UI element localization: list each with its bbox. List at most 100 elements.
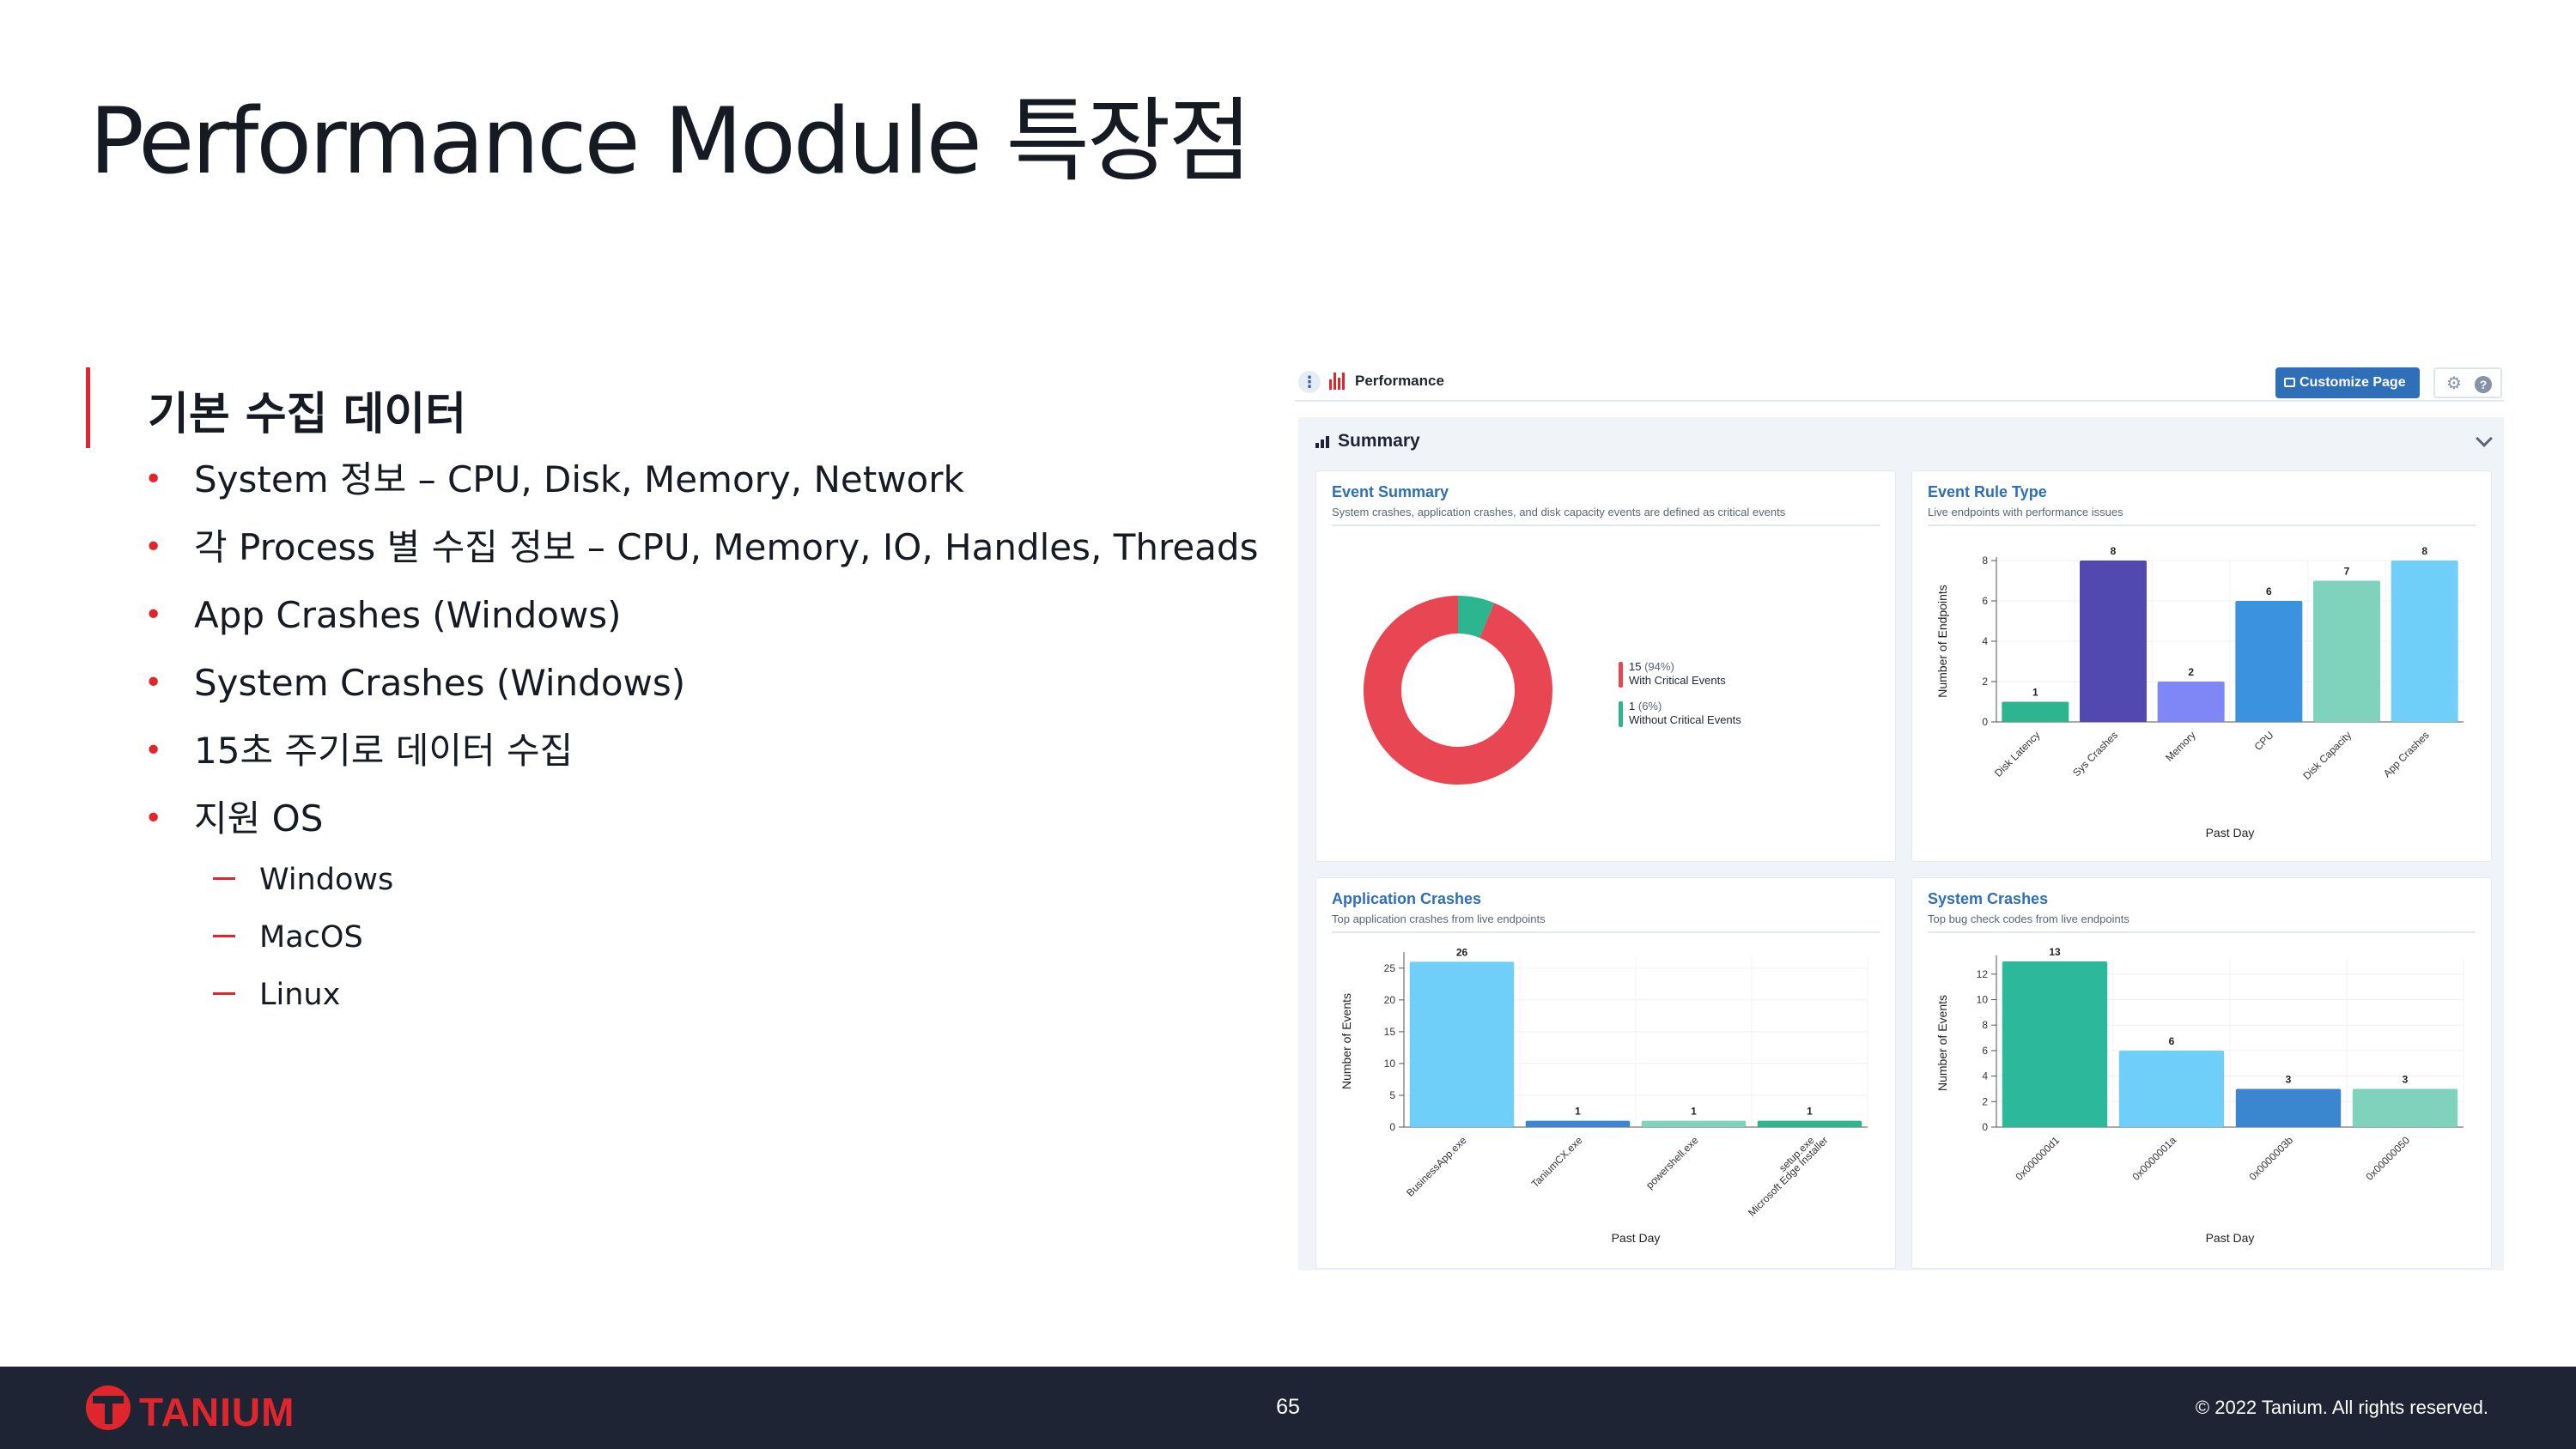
y-tick-label: 12	[1977, 968, 1989, 980]
section-accent-bar	[86, 367, 90, 448]
sub-bullet-text: MacOS	[259, 920, 363, 955]
bar[interactable]	[2235, 601, 2303, 722]
legend-item-critical[interactable]: 15 (94%) With Critical Events	[1619, 660, 1741, 700]
event-rule-type-chart: 0 2 4 6 8 1 Disk Latency 8 Sys Crashes 2 Memory 6 CP…	[1935, 545, 2464, 840]
legend-swatch	[1619, 662, 1623, 688]
y-tick-label: 2	[1982, 676, 1988, 688]
y-tick-label: 0	[1982, 1121, 1988, 1133]
kebab-icon[interactable]: ⋮	[1298, 371, 1321, 393]
bullet-marker: •	[144, 733, 163, 768]
system-crashes-card: System Crashes Top bug check codes from …	[1911, 877, 2492, 1269]
bar[interactable]	[1757, 1120, 1862, 1127]
bullet-item: • 지원 OS	[144, 797, 1261, 865]
bar[interactable]	[2118, 1050, 2225, 1127]
summary-section: Summary Event Summary System crashes, ap…	[1298, 417, 2504, 1270]
bullet-text: App Crashes (Windows)	[194, 594, 622, 636]
event-rule-type-card: Event Rule Type Live endpoints with perf…	[1911, 470, 2492, 862]
sub-bullet-item: Linux	[213, 976, 393, 1034]
bullet-marker: •	[144, 462, 163, 497]
sub-bullet-text: Linux	[259, 978, 341, 1012]
legend-label: With Critical Events	[1629, 674, 1726, 687]
performance-icon	[1329, 373, 1348, 390]
legend-item-non-critical[interactable]: 1 (6%) Without Critical Events	[1619, 700, 1741, 739]
x-tick-label: CPU	[2252, 729, 2276, 753]
y-tick-label: 25	[1384, 962, 1396, 974]
system-crashes-chart: 0 2 4 6 8 10 12 13 0x000000d1 6 0x0000001a 3 0x00000…	[1935, 946, 2464, 1245]
bar[interactable]	[2002, 961, 2108, 1127]
bar[interactable]	[2235, 1088, 2342, 1127]
donut-slice[interactable]	[1457, 596, 1495, 639]
bullet-marker: •	[144, 665, 163, 700]
x-tick-label: 0x0000003b	[2246, 1134, 2295, 1183]
bar[interactable]	[2391, 561, 2458, 722]
data-label: 1	[1575, 1106, 1581, 1118]
bar[interactable]	[1409, 961, 1515, 1127]
sub-bullet-item: Windows	[213, 861, 393, 919]
y-tick-label: 8	[1982, 1019, 1988, 1031]
dash-marker	[213, 935, 235, 937]
data-label: 1	[1807, 1106, 1813, 1118]
x-tick-label: 0x000000d1	[2013, 1134, 2062, 1183]
data-label: 3	[2403, 1073, 2409, 1085]
donut-slice[interactable]	[1364, 596, 1552, 785]
y-tick-label: 0	[1982, 716, 1988, 728]
y-tick-label: 15	[1384, 1026, 1396, 1038]
event-summary-donut	[1364, 596, 1552, 785]
y-axis-title: Number of Endpoints	[1935, 585, 1949, 698]
help-icon[interactable]: ?	[2475, 376, 2492, 393]
bar[interactable]	[2002, 701, 2069, 723]
y-axis-title: Number of Events	[1340, 993, 1353, 1089]
copyright: © 2022 Tanium. All rights reserved.	[2195, 1397, 2488, 1418]
legend-count: 1	[1629, 700, 1636, 712]
sub-bullet-item: MacOS	[213, 919, 393, 976]
bullet-text: 각 Process 별 수집 정보 – CPU, Memory, IO, Han…	[194, 526, 1259, 568]
footer: TANIUM 65 © 2022 Tanium. All rights rese…	[0, 1367, 2576, 1449]
bar[interactable]	[1641, 1120, 1747, 1127]
bar[interactable]	[2352, 1088, 2458, 1127]
x-axis-title: Past Day	[1612, 1231, 1661, 1245]
customize-page-button[interactable]: Customize Page	[2275, 367, 2420, 398]
event-summary-card: Event Summary System crashes, applicatio…	[1315, 470, 1896, 862]
page-number: 65	[1276, 1395, 1300, 1419]
page-title: Performance	[1355, 373, 1444, 389]
data-label: 8	[2111, 545, 2117, 557]
data-label: 7	[2344, 566, 2350, 578]
chevron-down-icon[interactable]	[2476, 430, 2493, 447]
x-tick-label: App Crashes	[2381, 729, 2432, 779]
legend-percent: (6%)	[1637, 700, 1662, 712]
y-tick-label: 6	[1982, 1045, 1988, 1057]
y-axis-title: Number of Events	[1935, 995, 1949, 1091]
bullet-text: 15초 주기로 데이터 수집	[194, 730, 574, 772]
gear-icon[interactable]: ⚙	[2445, 375, 2463, 392]
customize-page-label: Customize Page	[2300, 375, 2406, 390]
bar[interactable]	[2313, 580, 2380, 723]
y-tick-label: 2	[1982, 1095, 1988, 1107]
section-heading: 기본 수집 데이터	[148, 389, 467, 440]
dash-marker	[213, 992, 235, 995]
y-tick-label: 8	[1982, 555, 1988, 567]
y-tick-label: 0	[1389, 1121, 1395, 1133]
x-tick-label: Disk Capacity	[2300, 729, 2354, 782]
x-axis-title: Past Day	[2206, 1231, 2255, 1245]
x-tick-label: Sys Crashes	[2070, 729, 2120, 779]
data-label: 6	[2169, 1035, 2175, 1047]
data-label: 8	[2421, 545, 2427, 557]
x-tick-label: BusinessApp.exe	[1404, 1134, 1469, 1199]
bar[interactable]	[2157, 682, 2225, 722]
x-tick-label: TaniumCX.exe	[1529, 1134, 1585, 1190]
bar[interactable]	[2080, 561, 2147, 722]
bar[interactable]	[1525, 1120, 1631, 1127]
x-tick-label: 0x0000001a	[2129, 1134, 2178, 1183]
y-tick-label: 10	[1977, 994, 1989, 1006]
data-label: 3	[2286, 1073, 2292, 1085]
performance-screenshot: ⋮ Performance Customize Page ⚙ ? Summary…	[1295, 361, 2504, 1270]
bullet-item: • App Crashes (Windows)	[144, 594, 1261, 662]
data-label: 6	[2266, 585, 2272, 597]
application-crashes-card: Application Crashes Top application cras…	[1315, 877, 1896, 1269]
y-tick-label: 10	[1384, 1058, 1396, 1070]
y-tick-label: 4	[1982, 635, 1988, 647]
bullet-item: • System 정보 – CPU, Disk, Memory, Network	[144, 458, 1261, 526]
data-label: 1	[1691, 1106, 1697, 1118]
bullet-text: System Crashes (Windows)	[194, 662, 686, 704]
bullet-text: 지원 OS	[194, 797, 324, 840]
